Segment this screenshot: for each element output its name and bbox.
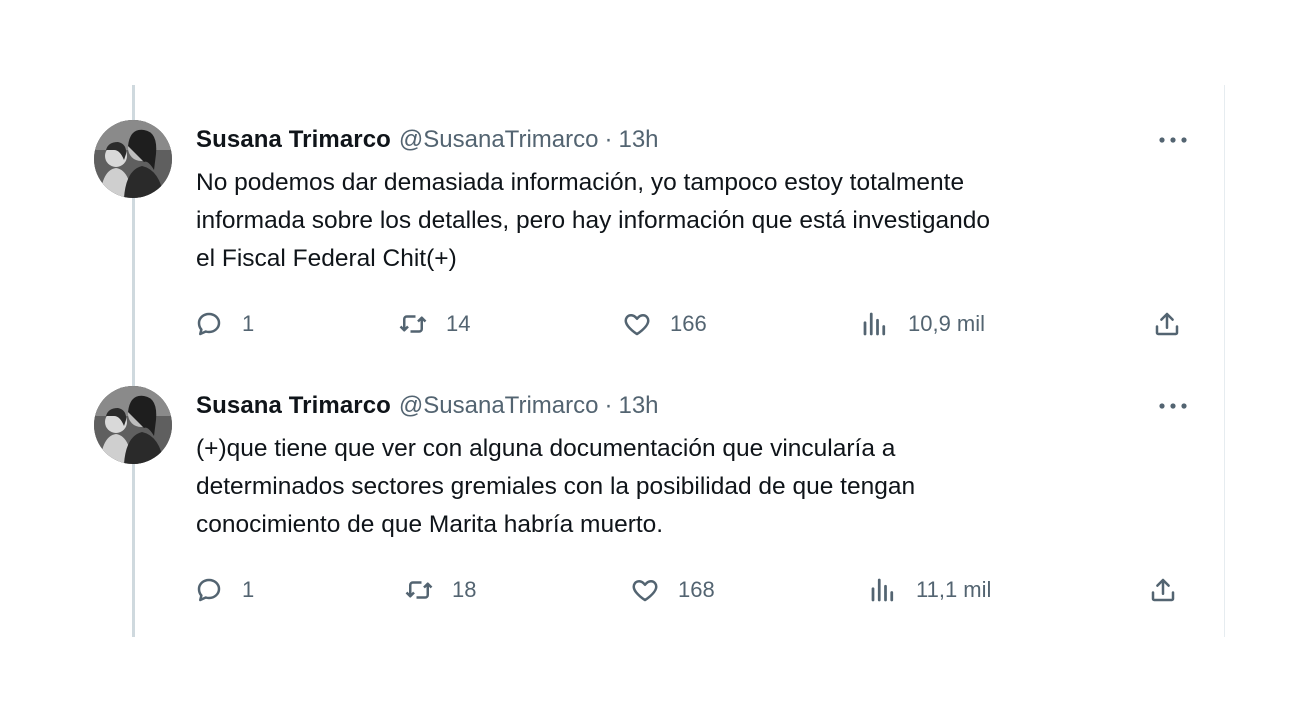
tweet-text-line: informada sobre los detalles, pero hay i… [196, 207, 991, 234]
author-name[interactable]: Susana Trimarco [196, 126, 391, 154]
tweet[interactable]: Susana Trimarco @SusanaTrimarco · 13h No… [94, 118, 1200, 368]
reply-count: 1 [242, 577, 255, 602]
views-count: 10,9 mil [908, 311, 986, 336]
more-icon [1159, 137, 1187, 143]
more-button[interactable] [1156, 394, 1190, 418]
retweet-count: 14 [446, 311, 471, 336]
reply-icon [197, 312, 221, 336]
like-count: 168 [678, 577, 715, 602]
tweet-time[interactable]: 13h [618, 126, 658, 154]
like-icon [632, 580, 658, 602]
author-handle[interactable]: @SusanaTrimarco [399, 126, 599, 154]
like-button[interactable]: 168 [630, 574, 715, 606]
share-button[interactable] [1148, 574, 1178, 606]
tweet-text-line: (+)que tiene que ver con alguna document… [196, 435, 896, 462]
tweet-text-line: determinados sectores gremiales con la p… [196, 473, 916, 500]
tweet-text-line: conocimiento de que Marita habría muerto… [196, 511, 664, 538]
retweet-icon [399, 315, 427, 333]
tweet-text-line: No podemos dar demasiada información, yo… [196, 169, 965, 196]
like-icon [624, 314, 650, 336]
retweet-button[interactable]: 14 [398, 308, 470, 340]
retweet-button[interactable]: 18 [404, 574, 476, 606]
views-button[interactable]: 10,9 mil [860, 308, 985, 340]
tweet-text-line: el Fiscal Federal Chit(+) [196, 245, 457, 272]
avatar[interactable] [94, 120, 172, 198]
avatar[interactable] [94, 386, 172, 464]
share-button[interactable] [1152, 308, 1182, 340]
retweet-count: 18 [452, 577, 477, 602]
tweet-actions: 1 18 168 11,1 mil [194, 574, 1194, 606]
reply-icon [197, 578, 221, 602]
reply-button[interactable]: 1 [194, 574, 254, 606]
more-button[interactable] [1156, 128, 1190, 152]
like-button[interactable]: 166 [622, 308, 707, 340]
views-icon [863, 312, 886, 336]
views-count: 11,1 mil [916, 577, 992, 602]
tweet-text: No podemos dar demasiada información, yo… [196, 164, 1196, 278]
reply-button[interactable]: 1 [194, 308, 254, 340]
author-name[interactable]: Susana Trimarco [196, 392, 391, 420]
separator-dot: · [604, 392, 613, 419]
tweet[interactable]: Susana Trimarco @SusanaTrimarco · 13h (+… [94, 384, 1200, 634]
tweet-header: Susana Trimarco @SusanaTrimarco · 13h [196, 390, 659, 422]
share-icon [1151, 578, 1175, 602]
views-icon [871, 578, 894, 602]
share-icon [1155, 312, 1179, 336]
separator-dot: · [604, 126, 613, 153]
tweet-time[interactable]: 13h [618, 392, 658, 420]
reply-count: 1 [242, 311, 255, 336]
more-icon [1159, 403, 1187, 409]
tweet-text: (+)que tiene que ver con alguna document… [196, 430, 1196, 544]
retweet-icon [405, 581, 433, 599]
author-handle[interactable]: @SusanaTrimarco [399, 392, 599, 420]
views-button[interactable]: 11,1 mil [868, 574, 991, 606]
timeline-border [1224, 85, 1225, 637]
tweet-header: Susana Trimarco @SusanaTrimarco · 13h [196, 124, 659, 156]
tweet-actions: 1 14 166 10,9 mil [194, 308, 1194, 340]
like-count: 166 [670, 311, 707, 336]
